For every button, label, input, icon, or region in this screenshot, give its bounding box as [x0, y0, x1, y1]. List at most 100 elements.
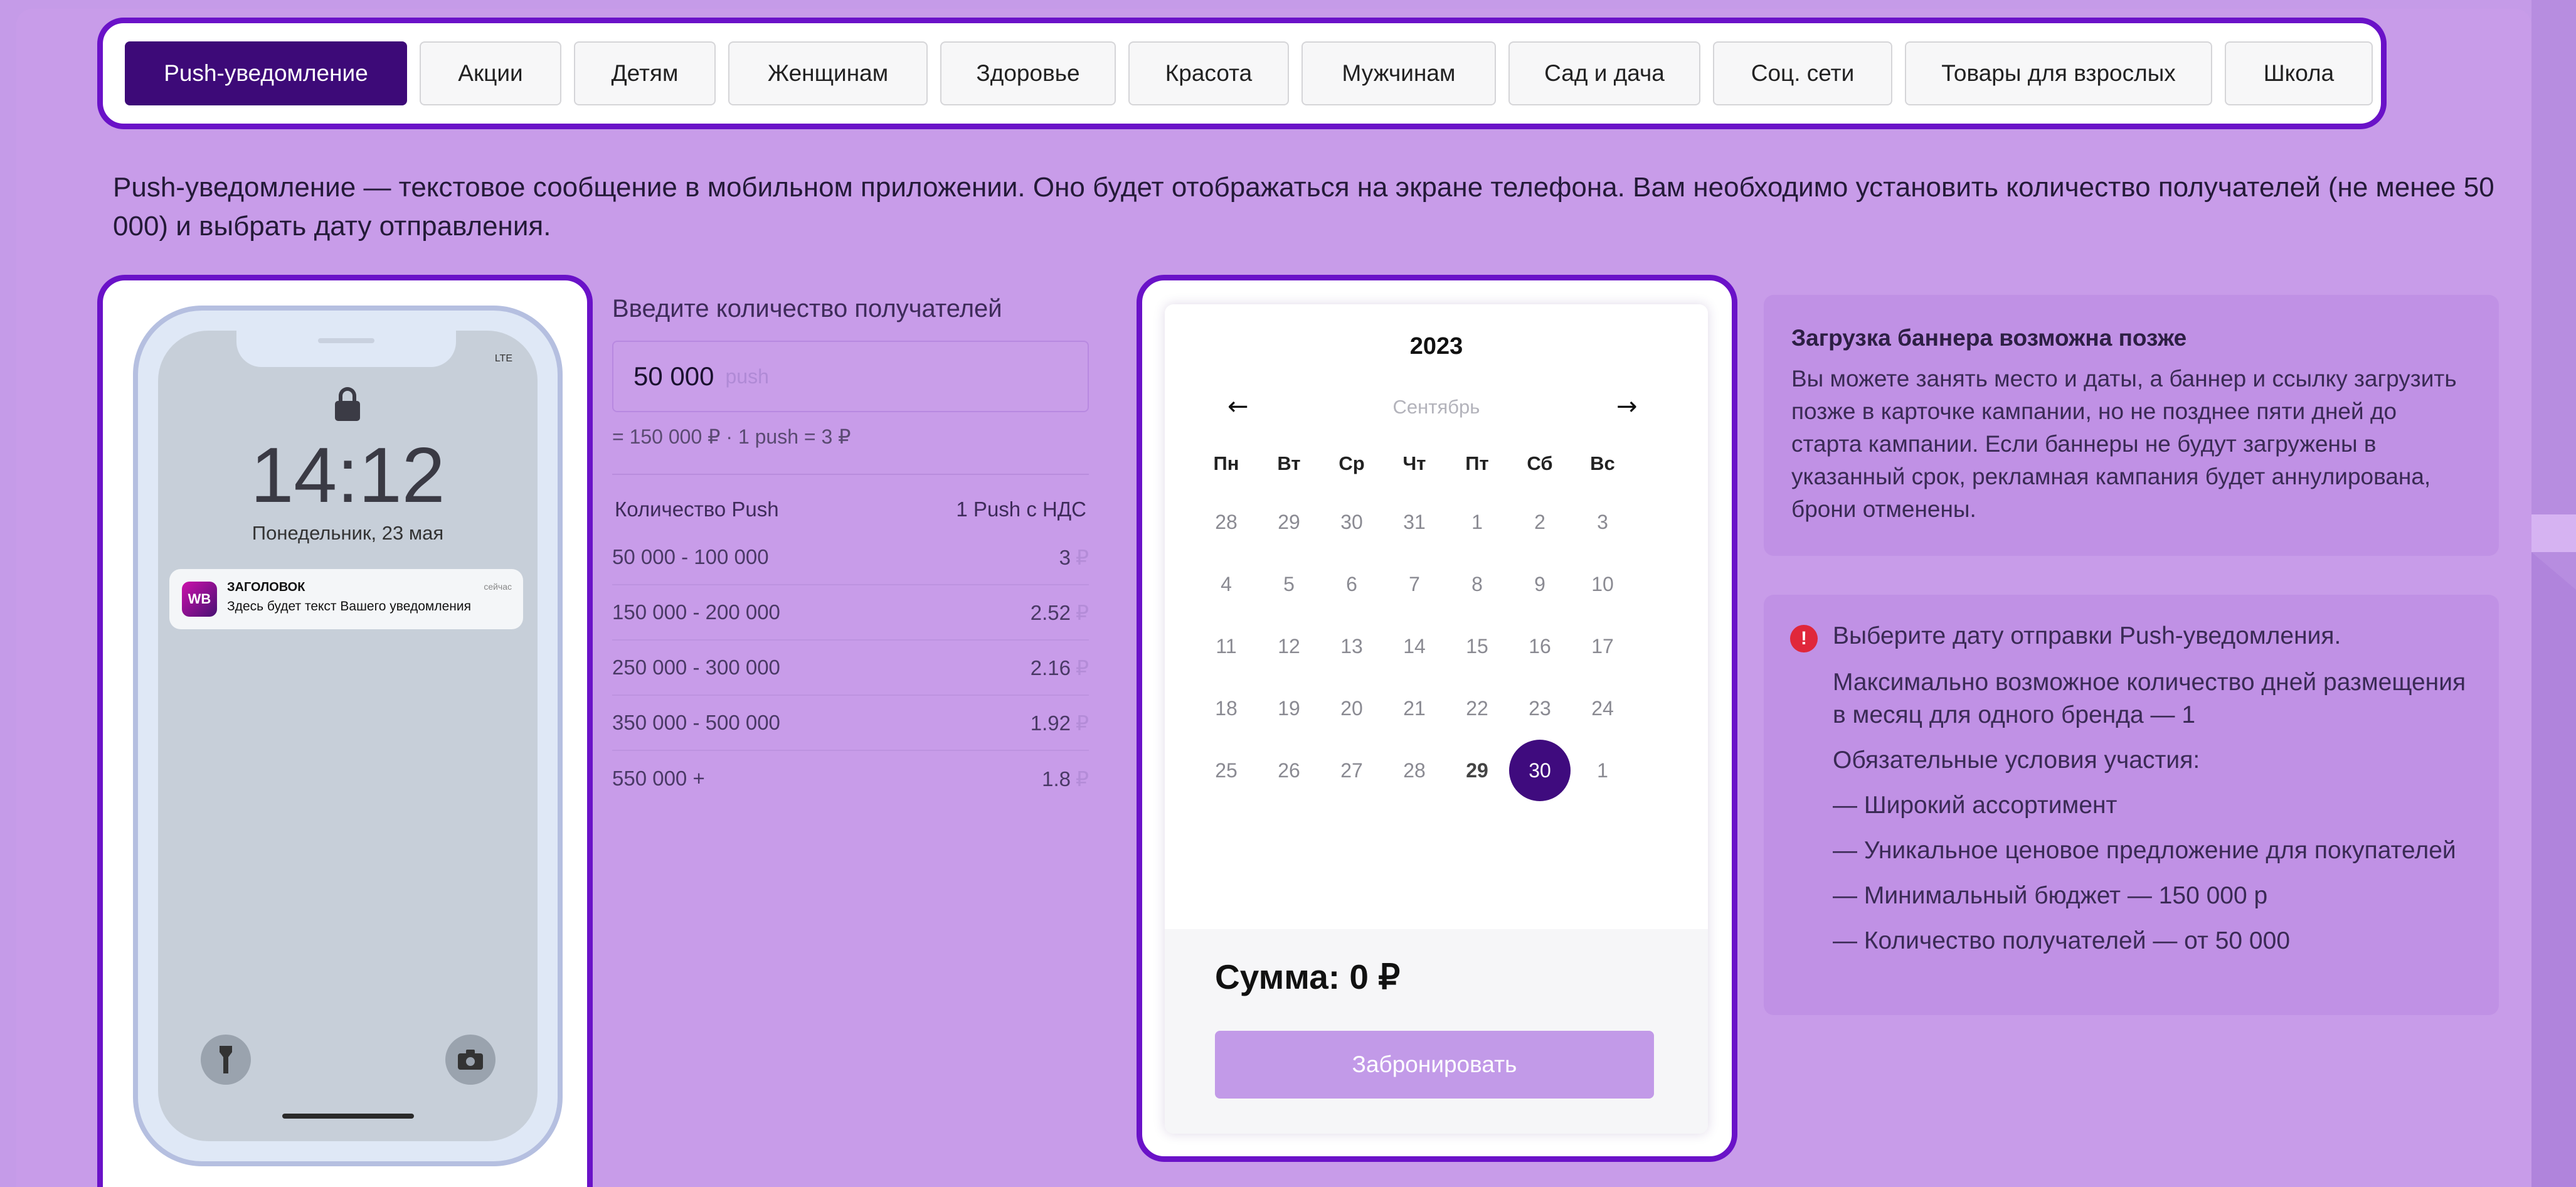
- phone-notch: [236, 331, 456, 367]
- header-price: 1 Push с НДС: [956, 498, 1086, 521]
- rules-panel: ! Выберите дату отправки Push-уведомлени…: [1764, 595, 2499, 1015]
- weekday-label: Пн: [1213, 452, 1239, 474]
- tab-men[interactable]: Мужчинам: [1301, 41, 1496, 105]
- calendar-day[interactable]: 29: [1258, 491, 1320, 553]
- rules-line: — Количество получателей — от 50 000: [1833, 927, 2291, 954]
- calendar-day[interactable]: 25: [1195, 739, 1258, 802]
- calendar-day[interactable]: 15: [1446, 615, 1508, 678]
- calendar-day[interactable]: 22: [1446, 677, 1508, 740]
- weekday-label: Вт: [1277, 452, 1301, 474]
- table-row: 350 000 - 500 000 1.92 ₽: [612, 696, 1089, 751]
- calendar-year: 2023: [1409, 333, 1463, 359]
- tab-school[interactable]: Школа: [2225, 41, 2373, 105]
- next-month-icon[interactable]: →: [1616, 392, 1638, 421]
- row-price: 1.92 ₽: [1030, 711, 1089, 735]
- calendar-day[interactable]: 26: [1258, 739, 1320, 802]
- status-bar: LTE: [494, 353, 512, 364]
- notification-title: ЗАГОЛОВОК: [227, 580, 305, 594]
- tab-kids[interactable]: Детям: [574, 41, 716, 105]
- tab-garden[interactable]: Сад и дача: [1508, 41, 1700, 105]
- calendar-day[interactable]: 9: [1508, 553, 1571, 615]
- row-price: 2.16 ₽: [1030, 656, 1089, 679]
- calendar-day[interactable]: 7: [1383, 553, 1446, 615]
- banner-info-text: Вы можете занять место и даты, а баннер …: [1791, 366, 2457, 522]
- rules-line: — Уникальное ценовое предложение для пок…: [1833, 837, 2456, 864]
- calendar-day[interactable]: 20: [1320, 677, 1383, 740]
- row-qty: 150 000 - 200 000: [612, 600, 780, 624]
- calendar-day[interactable]: 13: [1320, 615, 1383, 678]
- total-sum: Сумма: 0 ₽: [1215, 957, 1401, 996]
- weekday-label: Чт: [1402, 452, 1426, 474]
- calendar-day-selected[interactable]: 30: [1508, 739, 1571, 802]
- banner-info-title: Загрузка баннера возможна позже: [1791, 325, 2187, 351]
- lockscreen-time: 14:12: [250, 432, 445, 519]
- tab-beauty[interactable]: Красота: [1128, 41, 1289, 105]
- calendar-day[interactable]: 8: [1446, 553, 1508, 615]
- rules-line: — Широкий ассортимент: [1833, 792, 2118, 819]
- calendar-day[interactable]: 1: [1571, 739, 1634, 802]
- lockscreen-date: Понедельник, 23 мая: [252, 522, 444, 544]
- calendar-day[interactable]: 5: [1258, 553, 1320, 615]
- rules-line: — Минимальный бюджет — 150 000 р: [1833, 882, 2268, 909]
- tab-women[interactable]: Женщинам: [728, 41, 928, 105]
- calendar-day[interactable]: 18: [1195, 677, 1258, 740]
- calendar-day[interactable]: 28: [1383, 739, 1446, 802]
- calendar-day[interactable]: 17: [1571, 615, 1634, 678]
- table-row: 150 000 - 200 000 2.52 ₽: [612, 585, 1089, 641]
- weekday-label: Сб: [1527, 452, 1553, 474]
- camera-icon: [445, 1035, 496, 1085]
- price-table-header: Количество Push 1 Push с НДС: [612, 498, 1089, 521]
- app-icon: WB: [182, 582, 217, 617]
- row-price: 3 ₽: [1059, 545, 1089, 569]
- tab-promotions[interactable]: Акции: [420, 41, 561, 105]
- tab-social[interactable]: Соц. сети: [1713, 41, 1892, 105]
- rules-line: Максимально возможное количество дней ра…: [1833, 669, 2466, 728]
- calendar-day[interactable]: 27: [1320, 739, 1383, 802]
- table-row: 550 000 + 1.8 ₽: [612, 751, 1089, 806]
- calendar-day[interactable]: 16: [1508, 615, 1571, 678]
- recipients-unit: push: [725, 365, 769, 388]
- calendar-day[interactable]: 6: [1320, 553, 1383, 615]
- row-qty: 550 000 +: [612, 767, 705, 790]
- table-row: 250 000 - 300 000 2.16 ₽: [612, 641, 1089, 696]
- flashlight-icon: [201, 1035, 251, 1085]
- calendar-day[interactable]: 24: [1571, 677, 1634, 740]
- calendar: 2023 ← Сентябрь → Сумма: 0 ₽ Забронирова…: [1165, 304, 1708, 1134]
- recipients-input[interactable]: 50 000 push: [612, 341, 1089, 412]
- calendar-day[interactable]: 3: [1571, 491, 1634, 553]
- calendar-day[interactable]: 28: [1195, 491, 1258, 553]
- row-price: 1.8 ₽: [1042, 767, 1089, 790]
- recipients-label: Введите количество получателей: [612, 295, 1002, 322]
- book-button[interactable]: Забронировать: [1215, 1031, 1654, 1099]
- intro-text: Push-уведомление — текстовое сообщение в…: [113, 172, 2494, 242]
- rules-line: Выберите дату отправки Push-уведомления.: [1833, 622, 2341, 649]
- table-row: 50 000 - 100 000 3 ₽: [612, 530, 1089, 585]
- calendar-day[interactable]: 30: [1320, 491, 1383, 553]
- recipients-value: 50 000: [633, 361, 714, 391]
- tab-health[interactable]: Здоровье: [940, 41, 1116, 105]
- calendar-day[interactable]: 2: [1508, 491, 1571, 553]
- weekday-label: Вс: [1590, 452, 1615, 474]
- recipients-section: Введите количество получателей 50 000 pu…: [612, 295, 1089, 806]
- banner-info-panel: Загрузка баннера возможна позже Вы может…: [1764, 295, 2499, 556]
- calendar-day[interactable]: 19: [1258, 677, 1320, 740]
- calendar-day[interactable]: 14: [1383, 615, 1446, 678]
- calendar-day[interactable]: 1: [1446, 491, 1508, 553]
- calendar-day[interactable]: 12: [1258, 615, 1320, 678]
- row-price: 2.52 ₽: [1030, 600, 1089, 624]
- calendar-day[interactable]: 4: [1195, 553, 1258, 615]
- home-indicator: [282, 1114, 414, 1119]
- notification-text: Здесь будет текст Вашего уведомления: [227, 599, 471, 614]
- tab-adult[interactable]: Товары для взрослых: [1905, 41, 2212, 105]
- calendar-day[interactable]: 11: [1195, 615, 1258, 678]
- calendar-day[interactable]: 21: [1383, 677, 1446, 740]
- weekday-label: Ср: [1338, 452, 1365, 474]
- calendar-day[interactable]: 10: [1571, 553, 1634, 615]
- calendar-day[interactable]: 29: [1446, 739, 1508, 802]
- calendar-day[interactable]: 23: [1508, 677, 1571, 740]
- calendar-card: 2023 ← Сентябрь → Сумма: 0 ₽ Забронирова…: [1137, 275, 1737, 1162]
- divider: [612, 474, 1089, 475]
- weekday-label: Пт: [1465, 452, 1489, 474]
- tab-push[interactable]: Push-уведомление: [125, 41, 407, 105]
- calendar-day[interactable]: 31: [1383, 491, 1446, 553]
